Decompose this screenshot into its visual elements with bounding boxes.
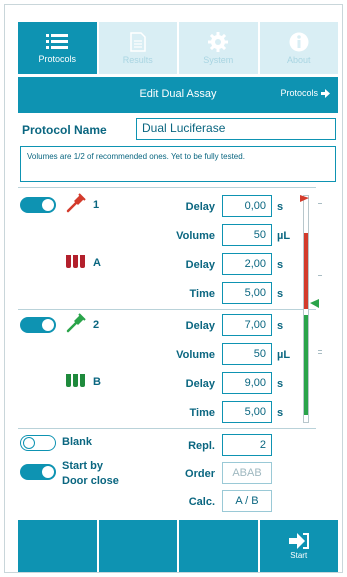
volume-1-input[interactable]: 50: [222, 224, 272, 246]
start-label: Start: [290, 550, 308, 560]
breadcrumb-label: Protocols: [280, 88, 318, 98]
tab-label: Protocols: [38, 53, 77, 64]
gauge-tick: [318, 203, 322, 204]
injector-2-segment: [304, 315, 308, 415]
field-label: Delay: [185, 320, 215, 332]
unit-label: µL: [277, 230, 291, 242]
start-button[interactable]: Start: [259, 520, 338, 572]
blank-label: Blank: [62, 436, 92, 448]
door-close-toggle[interactable]: [20, 464, 56, 480]
unit-label: s: [277, 288, 284, 300]
unit-label: µL: [277, 349, 291, 361]
top-tab-bar: Protocols Results System About: [18, 22, 338, 74]
unit-label: s: [277, 259, 284, 271]
tab-label: About: [286, 54, 311, 65]
pipette-icon: [66, 193, 86, 213]
field-label: Time: [189, 407, 215, 419]
calc-label: Calc.: [188, 496, 215, 508]
bottom-action-bar: Start: [18, 520, 338, 572]
tube-a-label: A: [93, 257, 101, 269]
tube-rack-a-icon: [66, 255, 85, 268]
document-icon: [130, 31, 146, 52]
unit-label: s: [277, 201, 284, 213]
gauge-tick: [318, 350, 322, 351]
protocol-name-input[interactable]: Dual Luciferase: [136, 118, 336, 140]
unit-label: s: [277, 378, 284, 390]
bottom-button-3[interactable]: [179, 520, 258, 572]
calc-input[interactable]: A / B: [222, 490, 272, 512]
info-icon: [289, 32, 309, 51]
field-label: Delay: [185, 201, 215, 213]
start-arrow-icon: [288, 532, 309, 549]
door-close-label-line-2: Door close: [62, 475, 119, 487]
tab-label: Results: [122, 54, 153, 65]
order-input[interactable]: ABAB: [222, 462, 272, 484]
injector-1-toggle[interactable]: [20, 197, 56, 213]
toggle-knob: [42, 319, 54, 331]
gear-icon: [208, 31, 229, 52]
injector-2-marker-icon: [310, 299, 319, 308]
delay-1-input[interactable]: 0,00: [222, 195, 272, 217]
injector-1-segment: [304, 233, 308, 309]
back-to-protocols-link[interactable]: Protocols: [280, 88, 330, 98]
blank-toggle[interactable]: [20, 435, 56, 451]
injector-1-number: 1: [93, 199, 100, 211]
gauge-tick: [318, 275, 322, 276]
title-bar: Edit Dual Assay Protocols: [18, 77, 338, 113]
divider: [18, 309, 316, 310]
field-label: Delay: [185, 259, 215, 271]
divider: [18, 187, 316, 188]
injector-2-toggle[interactable]: [20, 317, 56, 333]
field-label: Volume: [176, 349, 215, 361]
time-1-input[interactable]: 5,00: [222, 282, 272, 304]
time-2-input[interactable]: 5,00: [222, 401, 272, 423]
order-label: Order: [185, 468, 215, 480]
tab-label: System: [203, 54, 234, 65]
toggle-knob: [23, 437, 35, 449]
repl-label: Repl.: [188, 440, 215, 452]
toggle-knob: [42, 466, 54, 478]
protocol-note-field[interactable]: Volumes are 1/2 of recommended ones. Yet…: [20, 146, 336, 182]
bottom-button-1[interactable]: [18, 520, 97, 572]
unit-label: s: [277, 320, 284, 332]
toggle-knob: [42, 199, 54, 211]
field-label: Time: [189, 288, 215, 300]
bottom-button-2[interactable]: [98, 520, 177, 572]
arrow-right-icon: [321, 88, 330, 98]
tab-system[interactable]: System: [179, 22, 258, 74]
tab-results[interactable]: Results: [98, 22, 177, 74]
list-icon: [46, 33, 69, 49]
delay-2b-input[interactable]: 9,00: [222, 372, 272, 394]
injector-2-number: 2: [93, 319, 100, 331]
door-close-label-line-1: Start by: [62, 460, 103, 472]
protocol-name-label: Protocol Name: [22, 123, 107, 137]
tube-rack-b-icon: [66, 374, 85, 387]
volume-2-input[interactable]: 50: [222, 343, 272, 365]
tube-b-label: B: [93, 376, 101, 388]
tab-about[interactable]: About: [259, 22, 338, 74]
delay-2-input[interactable]: 7,00: [222, 314, 272, 336]
unit-label: s: [277, 407, 284, 419]
replicates-input[interactable]: 2: [222, 434, 272, 456]
pipette-icon: [66, 313, 86, 333]
tab-protocols[interactable]: Protocols: [18, 22, 97, 74]
gauge-tick: [318, 353, 322, 354]
start-marker-icon: [300, 195, 309, 202]
delay-1b-input[interactable]: 2,00: [222, 253, 272, 275]
field-label: Delay: [185, 378, 215, 390]
field-label: Volume: [176, 230, 215, 242]
door-close-label: Start by Door close: [62, 459, 119, 489]
injection-timeline-gauge: [300, 195, 324, 425]
divider: [18, 428, 316, 429]
